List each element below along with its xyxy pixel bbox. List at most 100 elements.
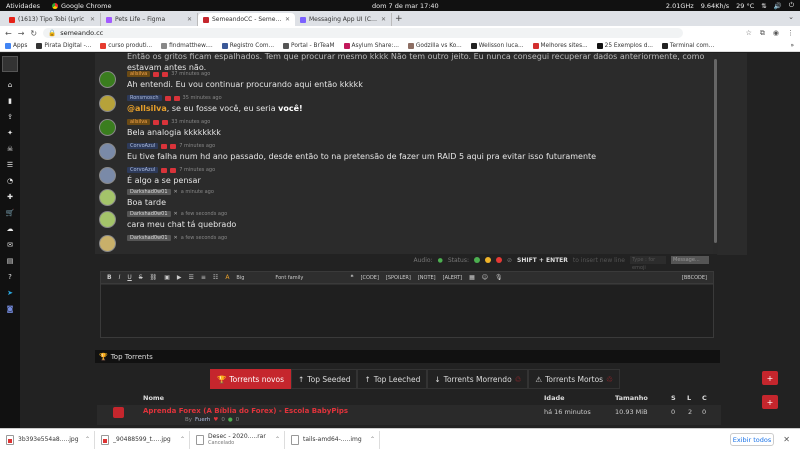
server-icon[interactable]: ▤ [0,253,20,269]
column-completed[interactable]: C [702,394,707,402]
question-icon[interactable]: ? [0,269,20,285]
font-size-select[interactable]: Big [236,275,244,281]
table-icon[interactable]: ▦ [469,274,475,281]
download-item[interactable]: tails-amd64-.....img ⌃ [285,430,380,449]
browser-tab-active[interactable]: SemeandoCC - Semeando✕ [198,13,295,26]
bookmark-item[interactable]: 25 Exemplos d... [596,42,653,49]
username-badge[interactable]: CorvoAzul [127,143,159,149]
username-badge[interactable]: Darkshad0w01 [127,235,171,241]
power-icon[interactable]: ⏻ [789,1,794,10]
username-badge[interactable]: allsilva [127,71,151,77]
mention-link[interactable]: @allsilva [127,104,167,113]
chevron-up-icon[interactable]: ⌃ [180,436,185,443]
volume-icon[interactable]: 🔊 [774,2,782,10]
activities-button[interactable]: Atividades [6,2,40,10]
column-age[interactable]: Idade [544,394,565,402]
avatar[interactable] [99,189,116,206]
forward-icon[interactable]: → [18,29,25,38]
emoji-input[interactable]: Type : for emoji [630,256,666,271]
note-button[interactable]: [NOTE] [418,275,436,281]
tab-top-leeched[interactable]: ↑ Top Leeched [357,369,428,389]
column-size[interactable]: Tamanho [615,394,648,402]
skull-icon[interactable]: ☠ [0,141,20,157]
avatar[interactable] [99,211,116,228]
bookmark-item[interactable]: Terminal com... [661,42,714,49]
bookmark-item[interactable]: Melhores sites... [532,42,588,49]
font-color-icon[interactable]: A [225,274,229,281]
close-tab-icon[interactable]: ✕ [90,16,95,23]
close-icon[interactable]: ✕ [174,189,178,195]
bookmark-item[interactable]: Portal - BrTeaM [283,42,335,49]
omnibox[interactable]: 🔒 semeando.cc [43,28,684,38]
browser-tab[interactable]: Messaging App UI (Comm✕ [295,13,392,26]
username-badge[interactable]: allsilva [127,119,151,125]
underline-button[interactable]: U [127,274,131,281]
bookmark-item[interactable]: Pirata Digital -... [36,42,91,49]
avatar[interactable] [99,71,116,88]
tab-top-seeded[interactable]: ↑ Top Seeded [291,369,358,389]
spoiler-button[interactable]: [SPOILER] [386,275,411,281]
close-tab-icon[interactable]: ✕ [285,16,290,23]
bookmark-item[interactable]: Godzilla vs Ko... [407,42,462,49]
cloud-icon[interactable]: ☁ [0,221,20,237]
username-badge[interactable]: Ronsmosch [127,95,162,101]
font-family-select[interactable]: Font family [275,275,303,281]
mail-icon[interactable]: ✉ [0,237,20,253]
bold-button[interactable]: B [107,274,112,281]
tab-torrents-novos[interactable]: 🏆 Torrents novos [210,369,291,389]
chart-icon[interactable]: ◔ [0,173,20,189]
cart-icon[interactable]: 🛒 [0,205,20,221]
menu-icon[interactable]: ⋮ [787,29,794,38]
list-icon[interactable]: ☰ [0,157,20,173]
strike-button[interactable]: S [139,274,143,281]
browser-tab[interactable]: (1613) Tipo Tobi (Lyric ✕ [4,13,101,26]
avatar[interactable] [99,143,116,160]
bookmark-item[interactable]: curso produti... [100,42,152,49]
alert-button[interactable]: [ALERT] [443,275,462,281]
bookmark-item[interactable]: Registro Com... [221,42,274,49]
tab-torrents-mortos[interactable]: ⚠ Torrents Mortos ♲ [528,369,620,389]
code-button[interactable]: [CODE] [361,275,379,281]
avatar[interactable] [99,235,116,252]
browser-tab[interactable]: Pets Life – Figma ✕ [101,13,198,26]
chevron-up-icon[interactable]: ⌃ [370,436,375,443]
column-leechers[interactable]: L [687,394,691,402]
close-icon[interactable]: ✕ [174,235,178,241]
status-online-icon[interactable] [473,257,480,263]
column-name[interactable]: Nome [143,394,164,402]
mic-icon[interactable]: 🎙 [495,274,503,281]
message-input[interactable]: Message... [671,256,709,264]
bookmark-icon[interactable]: ▮ [0,93,20,109]
image-icon[interactable]: ▣ [164,274,170,281]
site-logo[interactable] [2,56,18,72]
bookmark-item[interactable]: Apps [5,42,27,49]
bookmarks-overflow-button[interactable]: » [790,43,794,49]
status-away-icon[interactable] [484,257,491,263]
upload-icon[interactable]: ⇪ [0,109,20,125]
back-icon[interactable]: ← [5,29,12,38]
discord-icon[interactable]: ◙ [0,301,20,317]
avatar[interactable] [99,95,116,112]
table-row[interactable]: Aprenda Forex (A Bíblia do Forex) - Esco… [97,405,721,425]
bookmark-item[interactable]: findmatthew.... [161,42,213,49]
gamepad-icon[interactable]: ✦ [0,125,20,141]
chevron-up-icon[interactable]: ⌃ [85,436,90,443]
reload-icon[interactable]: ↻ [30,29,37,38]
message-textarea[interactable] [101,285,713,337]
add-button[interactable]: + [762,371,778,385]
telegram-icon[interactable]: ➤ [0,285,20,301]
bookmark-item[interactable]: Asylum Share:... [343,42,399,49]
torrent-name-link[interactable]: Aprenda Forex (A Bíblia do Forex) - Esco… [143,407,348,415]
close-icon[interactable]: ✕ [174,211,178,217]
show-all-downloads-button[interactable]: Exibir todos [730,433,774,446]
link-icon[interactable]: ⛓ [150,274,158,281]
download-item[interactable]: 3b393e554a8.....jpg ⌃ [0,430,95,449]
bookmark-item[interactable]: Welisson luca... [470,42,524,49]
author-link[interactable]: Fuerh [195,417,210,423]
column-seeders[interactable]: S [671,394,676,402]
list-icon[interactable]: ☰ [189,274,194,281]
gift-icon[interactable]: ✚ [0,189,20,205]
scrollbar-thumb[interactable] [714,59,717,243]
tab-search-icon[interactable]: ⌄ [788,13,794,21]
username-badge[interactable]: Darkshad0w01 [127,211,171,217]
